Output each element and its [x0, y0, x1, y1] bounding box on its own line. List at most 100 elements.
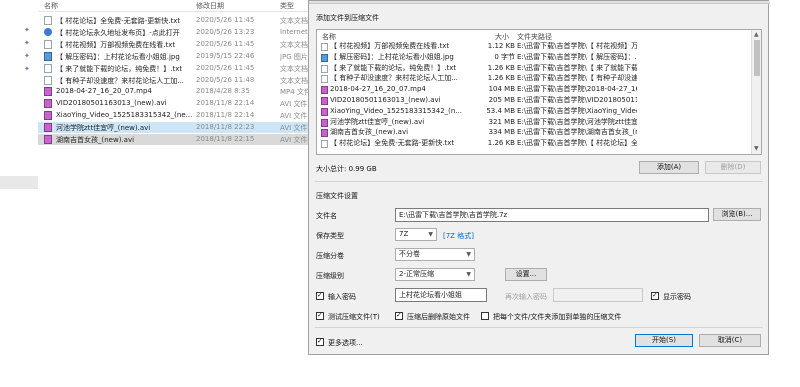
avi-icon: [321, 107, 328, 116]
mp4-icon: [321, 86, 328, 95]
confirm-password-label: 再次输入密码: [505, 293, 547, 301]
file-type: AVI 文件: [280, 112, 308, 121]
settings-button[interactable]: 设置...: [505, 268, 547, 281]
chevron-down-icon: ▼: [466, 271, 471, 278]
file-type: 文本文档: [280, 17, 308, 25]
file-type: AVI 文件: [280, 136, 308, 144]
scroll-down-icon[interactable]: ▼: [754, 145, 759, 152]
file-date: 2018/11/8 22:14: [196, 111, 255, 120]
file-date: 2020/5/26 13:23: [196, 27, 255, 36]
list-item[interactable]: 河池学院ztt佳宜哼_(new).avi 321 MB E:\迅雷下载\吉首学院\河…: [317, 118, 749, 128]
format-link[interactable]: [7Z 格式]: [443, 231, 474, 241]
column-type-header[interactable]: 类型: [280, 1, 294, 11]
delete-button[interactable]: 删除(D): [705, 161, 761, 174]
scrollbar-thumb[interactable]: [754, 40, 760, 76]
pin-icon[interactable]: ✦: [24, 65, 30, 74]
show-password-label[interactable]: 显示密码: [663, 292, 691, 302]
file-row[interactable]: 【 有种子却没速度？来村花论坛人工加... 2020/5/26 11:48 文本文档: [38, 75, 310, 86]
file-type: 文本文档: [280, 76, 308, 85]
separate-archive-label[interactable]: 把每个文件/文件夹添加到单独的压缩文件: [493, 312, 621, 322]
file-date: 2020/5/26 11:48: [196, 75, 255, 84]
password-checkbox-label[interactable]: 输入密码: [328, 292, 356, 302]
level-label: 压缩级别: [316, 272, 344, 280]
more-options-label[interactable]: 更多选项...: [328, 338, 363, 348]
list-item[interactable]: 【 解压密码】：上村花论坛看小姐姐.jpg 0 字节 E:\迅雷下载\吉首学院\【 …: [317, 53, 749, 63]
list-item[interactable]: 【 村花视频】万部视频免费在线看.txt 1.12 KB E:\迅雷下载\吉首学院\…: [317, 42, 749, 52]
list-item[interactable]: VID20180501163013_(new).avi 205 MB E:\迅雷下载…: [317, 96, 749, 106]
archive-file-list[interactable]: 名称 大小 文件夹路径 【 村花视频】万部视频免费在线看.txt 1.12 KB E…: [316, 29, 762, 155]
avi-icon: [321, 118, 328, 127]
file-row[interactable]: 2018-04-27_16_20_07.mp4 2018/4/28 8:35 MP4…: [38, 86, 310, 97]
add-button[interactable]: 添加(A): [639, 161, 699, 174]
pin-icon[interactable]: ✦: [24, 39, 30, 48]
item-path: E:\迅雷下载\吉首学院\【 村花论坛】全...: [517, 139, 637, 148]
txt-icon: [321, 140, 328, 149]
split-value: 不分卷: [399, 250, 420, 258]
column-name-header[interactable]: 名称: [44, 1, 58, 11]
avi-icon: [321, 129, 328, 138]
avi-icon: [44, 123, 52, 133]
save-type-select[interactable]: 7Z ▼: [395, 228, 437, 241]
dialog-titlebar: [309, 1, 770, 4]
browse-button[interactable]: 浏览(B)...: [713, 208, 761, 221]
list-item[interactable]: 湖南吉首女孩_(new).avi 334 MB E:\迅雷下载\吉首学院\湖南吉首女…: [317, 128, 749, 138]
test-archive-checkbox[interactable]: [316, 311, 324, 320]
filename-input[interactable]: E:\迅雷下载\吉首学院\吉首学院.7z: [395, 208, 709, 222]
password-input[interactable]: 上村花论坛看小姐姐: [395, 288, 487, 302]
delete-after-label[interactable]: 压缩后删除原始文件: [407, 312, 470, 322]
file-type: AVI 文件: [280, 124, 308, 133]
list-scrollbar[interactable]: ▲ ▼: [751, 30, 761, 154]
list-item[interactable]: 【 有种子却没速度？来村花论坛人工加... 1.26 KB E:\迅雷下载\吉首学院…: [317, 74, 749, 84]
more-options-checkbox[interactable]: [316, 337, 324, 346]
file-type: 文本文档: [280, 64, 308, 73]
list-header-name[interactable]: 名称: [322, 32, 336, 42]
file-type: AVI 文件: [280, 100, 308, 109]
selected-nav-item[interactable]: [0, 176, 38, 189]
ie-icon: [44, 27, 52, 36]
item-path: E:\迅雷下载\吉首学院\【 有种子却没速...: [517, 74, 637, 83]
file-name: XiaoYing_Video_1525183315342_(ne...: [56, 111, 193, 120]
list-item[interactable]: 【 来了就能下载的论坛，纯免费！】.txt 1.26 KB E:\迅雷下载\吉首学院…: [317, 64, 749, 74]
show-password-checkbox[interactable]: [651, 291, 659, 300]
column-date-header[interactable]: 修改日期: [196, 1, 224, 11]
start-button[interactable]: 开始(S): [635, 334, 693, 347]
list-item[interactable]: 2018-04-27_16_20_07.mp4 104 MB E:\迅雷下载\吉首学…: [317, 85, 749, 95]
txt-icon: [44, 63, 52, 73]
list-header-path[interactable]: 文件夹路径: [517, 32, 552, 42]
cancel-button[interactable]: 取消(C): [699, 334, 761, 347]
file-row[interactable]: 河池学院ztt佳宜哼_(new).avi 2018/11/8 22:23 AVI 文…: [38, 122, 310, 134]
file-row[interactable]: 【 村花论坛】全免费-无套路-更新快.txt 2020/5/26 11:45 文本文…: [38, 15, 310, 26]
password-checkbox[interactable]: [316, 291, 324, 300]
file-type: Internet: [280, 27, 308, 36]
list-header-size[interactable]: 大小: [495, 32, 509, 42]
separate-archive-checkbox[interactable]: [481, 312, 489, 320]
file-row[interactable]: VID20180501163013_(new).avi 2018/11/8 22:…: [38, 98, 310, 109]
delete-after-checkbox[interactable]: [395, 311, 403, 320]
item-size: 1.26 KB: [487, 139, 515, 148]
file-row[interactable]: 【 村花视频】万部视频免费在线看.txt 2020/5/26 11:45 文本文档: [38, 39, 310, 50]
pin-icon[interactable]: ✦: [24, 26, 30, 35]
file-name: 河池学院ztt佳宜哼_(new).avi: [56, 124, 151, 133]
test-archive-label[interactable]: 测试压缩文件(T): [328, 312, 380, 322]
quick-access-pane: ✦ ✦ ✦ ✦: [0, 0, 38, 387]
item-size: 0 字节: [494, 52, 515, 61]
column-headers: 名称 修改日期 类型: [38, 0, 310, 12]
file-name: 【 村花论坛永久地址发布页】-点此打开: [56, 28, 180, 37]
file-row[interactable]: 湖南吉首女孩_(new).avi 2018/11/8 22:15 AVI 文件: [38, 134, 310, 145]
list-item[interactable]: XiaoYing_Video_1525183315342_(n... 53.4 M…: [317, 107, 749, 117]
item-size: 1.26 KB: [487, 63, 515, 72]
file-row[interactable]: XiaoYing_Video_1525183315342_(ne... 2018/…: [38, 110, 310, 121]
pin-icon[interactable]: ✦: [24, 52, 30, 61]
confirm-password-input[interactable]: [553, 288, 643, 302]
file-row[interactable]: 【 解压密码】：上村花论坛看小姐姐.jpg 2019/5/15 22:46 JPG …: [38, 51, 310, 62]
txt-icon: [44, 16, 52, 25]
item-path: E:\迅雷下载\吉首学院\XiaoYing_Video...: [517, 106, 637, 115]
split-select[interactable]: 不分卷 ▼: [395, 248, 475, 261]
file-row[interactable]: 【 来了就能下载的论坛，纯免费！】.txt 2020/5/26 11:45 文本文档: [38, 63, 310, 74]
file-row[interactable]: 【 村花论坛永久地址发布页】-点此打开 2020/5/26 13:23 Intern…: [38, 27, 310, 38]
chevron-down-icon: ▼: [428, 231, 433, 238]
level-select[interactable]: 2-正常压缩 ▼: [395, 268, 475, 281]
file-date: 2020/5/26 11:45: [196, 63, 255, 72]
list-item[interactable]: 【 村花论坛】全免费-无套路-更新快.txt 1.26 KB E:\迅雷下载\吉首学…: [317, 139, 749, 149]
scroll-up-icon[interactable]: ▲: [754, 31, 759, 38]
